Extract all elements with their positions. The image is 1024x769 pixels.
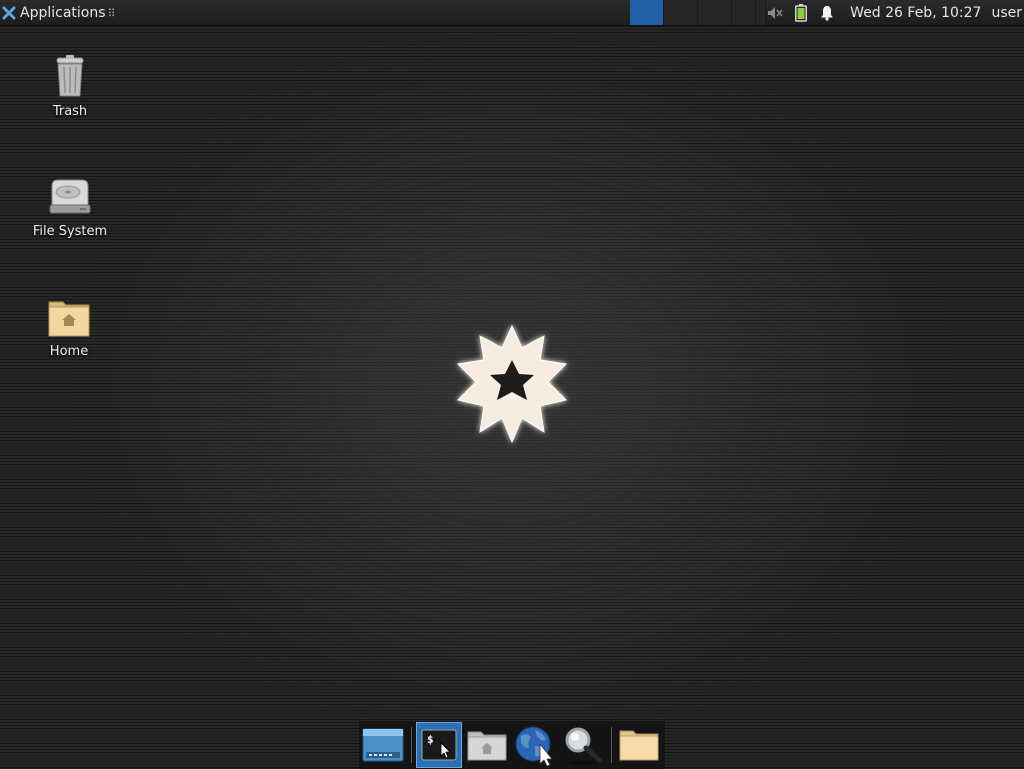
xfce-logo-icon bbox=[2, 6, 16, 20]
user-menu[interactable]: user bbox=[991, 5, 1022, 21]
workspace-1[interactable] bbox=[630, 0, 664, 25]
home-folder-icon bbox=[467, 731, 507, 761]
desktop-icon-label: File System bbox=[32, 224, 108, 239]
system-tray: Wed 26 Feb, 10:27 user bbox=[755, 0, 1024, 25]
globe-icon bbox=[515, 726, 553, 766]
dock-file-manager[interactable] bbox=[465, 723, 509, 767]
magnifier-icon bbox=[565, 727, 603, 765]
dock-app-finder[interactable] bbox=[561, 723, 605, 767]
workspace-switcher bbox=[630, 0, 766, 25]
workspace-3[interactable] bbox=[698, 0, 732, 25]
grip-icon: ⠿ bbox=[107, 6, 116, 20]
applications-menu[interactable]: Applications ⠿ bbox=[2, 3, 116, 23]
dock-terminal[interactable]: $ bbox=[416, 722, 462, 768]
applications-label: Applications bbox=[20, 5, 106, 21]
dock-web-browser[interactable] bbox=[513, 723, 557, 767]
dock-separator bbox=[611, 727, 612, 763]
drive-icon bbox=[49, 179, 91, 214]
svg-text:$: $ bbox=[427, 733, 434, 746]
dock-folder[interactable] bbox=[617, 723, 661, 767]
desktop-icon-trash[interactable]: Trash bbox=[25, 52, 115, 119]
workspace-2[interactable] bbox=[664, 0, 698, 25]
desktop-icon-file-system[interactable]: File System bbox=[25, 172, 115, 239]
terminal-icon: $ bbox=[421, 729, 457, 761]
volume-muted-icon[interactable] bbox=[766, 4, 784, 22]
desktop-icon-label: Home bbox=[49, 344, 89, 359]
dock-separator bbox=[411, 727, 412, 763]
top-panel: Applications ⠿ Wed 26 Feb, 10:27 user bbox=[0, 0, 1024, 26]
desktop-icon-home[interactable]: Home bbox=[24, 292, 114, 359]
clock[interactable]: Wed 26 Feb, 10:27 bbox=[850, 5, 981, 21]
desktop-icon bbox=[362, 728, 404, 762]
desktop-icon-label: Trash bbox=[52, 104, 88, 119]
dock-show-desktop[interactable] bbox=[361, 723, 405, 767]
home-folder-icon bbox=[48, 301, 90, 337]
battery-icon[interactable] bbox=[792, 3, 810, 22]
xfce-star-logo bbox=[456, 324, 568, 444]
notification-bell-icon[interactable] bbox=[818, 4, 836, 22]
dock: $ bbox=[359, 720, 665, 769]
tray-separator bbox=[755, 0, 757, 25]
folder-icon bbox=[619, 730, 659, 761]
trash-icon bbox=[56, 55, 84, 97]
